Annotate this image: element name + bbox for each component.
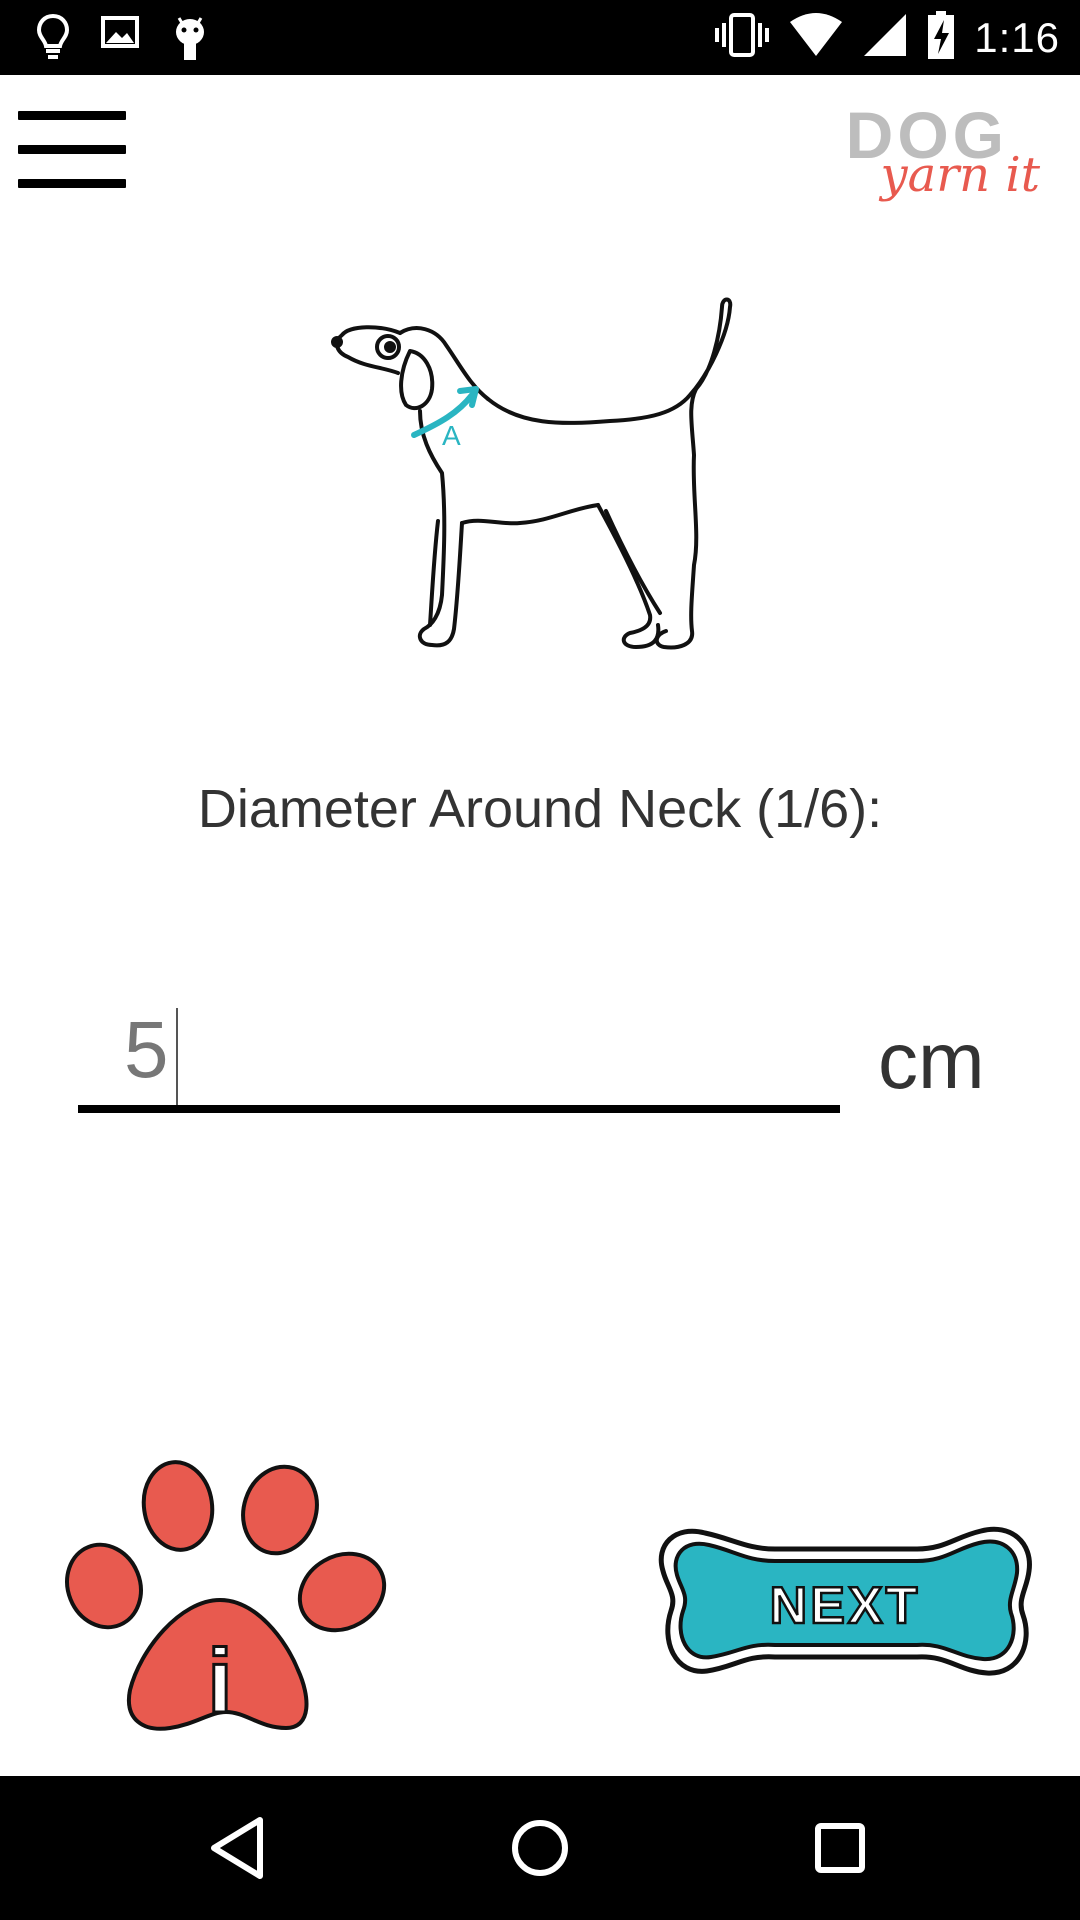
lightbulb-icon: [36, 12, 70, 67]
measurement-input[interactable]: [78, 1000, 840, 1100]
signal-icon: [862, 12, 908, 63]
text-caret: [176, 1008, 178, 1110]
android-icon: [170, 12, 210, 67]
status-bar: 1:16: [0, 0, 1080, 75]
navigation-bar: [0, 1776, 1080, 1920]
vibrate-icon: [714, 12, 770, 63]
back-icon[interactable]: [200, 1808, 280, 1888]
home-icon[interactable]: [500, 1808, 580, 1888]
recents-icon[interactable]: [800, 1808, 880, 1888]
wifi-icon: [788, 12, 844, 63]
info-label: i: [207, 1632, 232, 1732]
unit-label: cm: [878, 1016, 985, 1105]
input-underline: [78, 1105, 840, 1113]
measurement-marker: A: [442, 420, 461, 451]
dog-neck-diagram: A: [320, 295, 760, 665]
status-time: 1:16: [974, 13, 1060, 61]
app-logo: DOG yarn it: [840, 97, 1040, 207]
battery-charging-icon: [926, 10, 956, 65]
info-paw-button[interactable]: i: [60, 1450, 390, 1740]
measurement-label: Diameter Around Neck (1/6):: [197, 779, 883, 839]
image-icon: [100, 12, 140, 67]
logo-yarn-text: yarn it: [880, 147, 1041, 203]
measurement-field[interactable]: [78, 1000, 840, 1115]
next-label: NEXT: [770, 1577, 921, 1635]
hamburger-menu-icon[interactable]: [18, 111, 126, 188]
next-bone-button[interactable]: NEXT: [655, 1515, 1035, 1690]
app-header: DOG yarn it: [0, 75, 1080, 235]
